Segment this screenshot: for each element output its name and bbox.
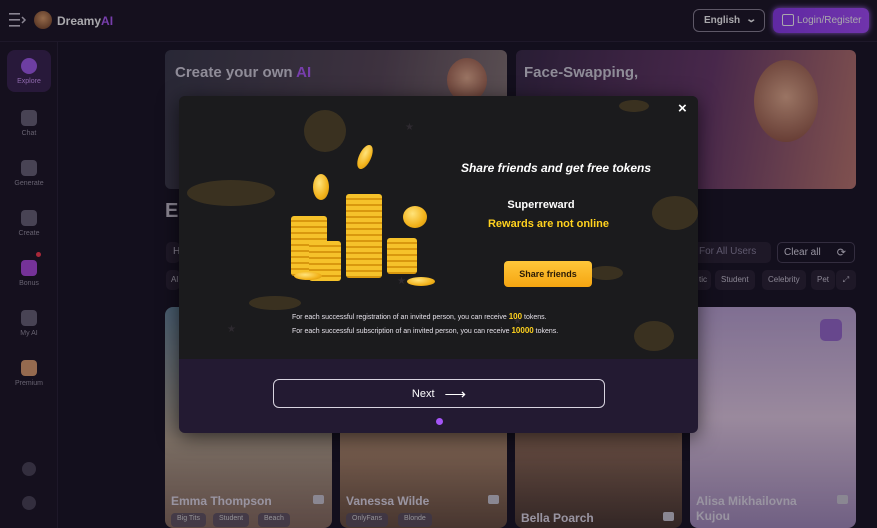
note-text: For each successful registration of an i…: [292, 314, 507, 321]
coin: [403, 206, 427, 228]
star-icon: ★: [405, 122, 414, 133]
reward-title: Superreward: [507, 199, 575, 211]
app-root: DreamyAI English ⌄ Login/Register Explor…: [0, 0, 877, 528]
coin: [354, 142, 376, 172]
reward-status: Rewards are not online: [487, 218, 610, 230]
coin-stack: [346, 194, 382, 278]
coin-stack: [387, 238, 417, 274]
close-icon[interactable]: ×: [678, 100, 687, 117]
blurred-coin: [619, 100, 649, 112]
blurred-coin: [589, 266, 623, 280]
share-modal: ★ ★ ★ ★ × Share friends and get free tok…: [179, 96, 698, 433]
next-label: Next: [411, 387, 435, 400]
token-amount: 10000: [511, 326, 534, 335]
note-text: For each successful subscription of an i…: [292, 328, 510, 335]
token-amount: 100: [508, 312, 523, 321]
blurred-coin: [304, 110, 346, 152]
modal-title: Share friends and get free tokens: [460, 161, 652, 175]
coin: [313, 174, 329, 200]
blurred-coin: [187, 180, 275, 206]
share-friends-button[interactable]: Share friends: [504, 261, 592, 287]
modal-hero: ★ ★ ★ ★ × Share friends and get free tok…: [179, 96, 698, 359]
note-text: tokens.: [524, 314, 547, 321]
next-button[interactable]: Next ⟶: [273, 379, 605, 408]
star-icon: ★: [227, 324, 236, 335]
coin: [294, 272, 322, 280]
subscription-note: For each successful subscription of an i…: [292, 326, 558, 335]
blurred-coin: [249, 296, 301, 310]
registration-note: For each successful registration of an i…: [292, 312, 547, 321]
note-text: tokens.: [535, 328, 559, 335]
arrow-right-icon: ⟶: [444, 385, 467, 403]
coin: [407, 277, 435, 286]
blurred-coin: [652, 196, 698, 230]
blurred-coin: [634, 321, 674, 351]
star-icon: ★: [397, 276, 406, 287]
pagination-dot[interactable]: [436, 418, 443, 425]
